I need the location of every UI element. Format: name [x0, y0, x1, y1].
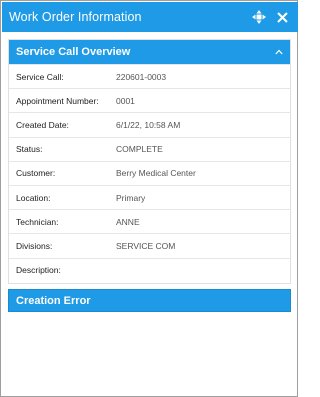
field-label: Customer:	[16, 168, 56, 179]
field-label: Location:	[16, 192, 51, 203]
field-row-service-call: Service Call: 220601-0003	[9, 64, 290, 88]
chevron-up-icon[interactable]	[274, 47, 284, 57]
panel-header-label: Service Call Overview	[16, 46, 131, 58]
field-row-technician: Technician: ANNE	[9, 209, 290, 233]
field-label: Service Call:	[16, 71, 64, 82]
move-arrows-icon[interactable]	[251, 9, 267, 25]
creation-error-label: Creation Error	[16, 294, 91, 307]
dialog-title: Work Order Information	[9, 10, 142, 24]
field-value: 220601-0003	[116, 71, 167, 82]
creation-error-header[interactable]: Creation Error	[8, 289, 291, 312]
field-value: ANNE	[116, 216, 140, 227]
field-row-status: Status: COMPLETE	[9, 136, 290, 161]
field-label: Technician:	[16, 216, 59, 227]
field-label: Divisions:	[16, 240, 53, 251]
field-value: 0001	[116, 95, 135, 106]
work-order-dialog: Work Order Information Service Call Over…	[0, 0, 298, 397]
field-label: Appointment Number:	[16, 95, 99, 106]
field-row-customer: Customer: Berry Medical Center	[9, 160, 290, 185]
field-value: COMPLETE	[116, 144, 163, 155]
field-value: SERVICE COM	[116, 240, 176, 251]
field-row-created-date: Created Date: 6/1/22, 10:58 AM	[9, 112, 290, 136]
field-label: Created Date:	[16, 119, 69, 130]
dialog-titlebar: Work Order Information	[2, 2, 298, 32]
field-value: 6/1/22, 10:58 AM	[116, 119, 181, 130]
field-row-location: Location: Primary	[9, 184, 290, 209]
close-icon[interactable]	[275, 10, 289, 24]
field-label: Description:	[16, 265, 61, 276]
field-label: Status:	[16, 144, 43, 155]
service-call-overview-panel: Service Call Overview Service Call: 2206…	[8, 39, 291, 284]
service-call-overview-header[interactable]: Service Call Overview	[9, 40, 290, 64]
field-value: Berry Medical Center	[116, 168, 196, 179]
field-value: Primary	[116, 192, 146, 203]
field-row-divisions: Divisions: SERVICE COM	[9, 233, 290, 257]
field-row-appointment-number: Appointment Number: 0001	[9, 88, 290, 112]
field-row-description: Description:	[9, 257, 290, 282]
